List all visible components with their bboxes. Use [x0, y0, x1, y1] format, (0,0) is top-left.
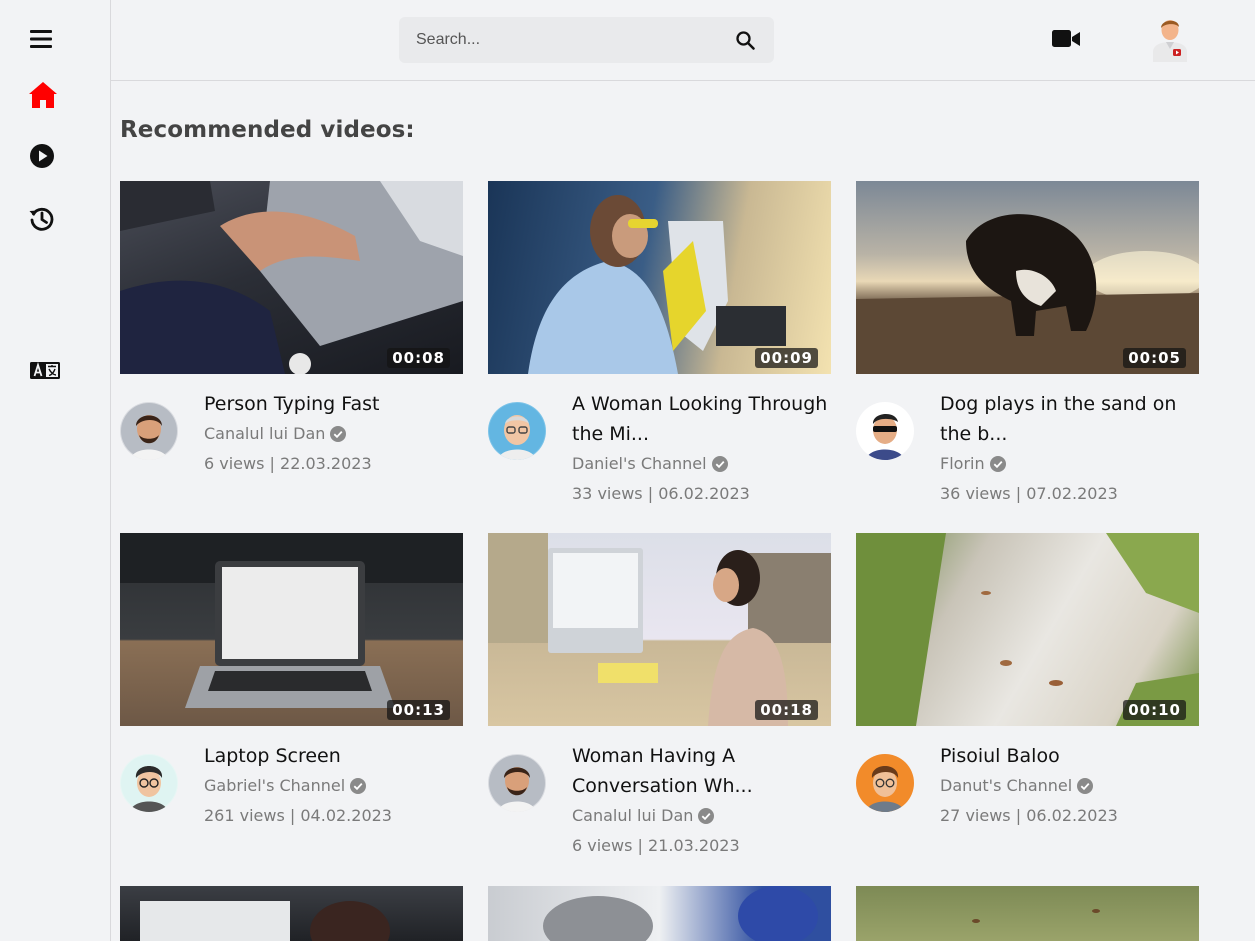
video-meta: Dog plays in the sand on the b... Florin…	[940, 389, 1199, 509]
video-card: 00:09 A Woman Looking Through the Mi... …	[488, 181, 831, 503]
page-title: Recommended videos:	[120, 117, 415, 143]
search-input[interactable]	[399, 17, 719, 63]
video-card: 00:13 Laptop Screen Gabriel's Channel 26…	[120, 533, 463, 825]
video-duration: 00:10	[1123, 700, 1186, 720]
channel-avatar[interactable]	[120, 754, 178, 812]
sidebar-item-history[interactable]	[20, 197, 64, 241]
channel-name: Danut's Channel	[940, 776, 1073, 795]
video-title[interactable]: Laptop Screen	[204, 741, 463, 771]
channel-name-row[interactable]: Gabriel's Channel	[204, 771, 463, 801]
verified-check-icon	[698, 808, 715, 824]
video-thumbnail[interactable]: 00:08	[120, 181, 463, 374]
channel-name: Canalul lui Dan	[572, 806, 694, 825]
video-camera-icon[interactable]	[1052, 27, 1080, 51]
video-thumbnail[interactable]	[488, 886, 831, 941]
video-meta: Pisoiul Baloo Danut's Channel 27 views |…	[940, 741, 1199, 831]
video-card: 00:08 Person Typing Fast Canalul lui Dan…	[120, 181, 463, 473]
video-card: 00:18 Woman Having A Conversation Wh... …	[488, 533, 831, 855]
video-thumbnail[interactable]: 00:09	[488, 181, 831, 374]
video-thumbnail[interactable]: 00:05	[856, 181, 1199, 374]
language-button[interactable]	[23, 349, 67, 393]
history-icon	[29, 207, 54, 231]
video-title[interactable]: A Woman Looking Through the Mi...	[572, 389, 831, 449]
top-header	[111, 0, 1255, 81]
channel-name-row[interactable]: Florin	[940, 449, 1199, 479]
menu-button[interactable]	[19, 17, 63, 61]
channel-avatar[interactable]	[488, 402, 546, 460]
thumbnail-image	[856, 214, 1199, 374]
video-stats: 6 views | 22.03.2023	[204, 454, 372, 473]
video-stats: 33 views | 06.02.2023	[572, 484, 750, 503]
channel-name-row[interactable]: Canalul lui Dan	[572, 801, 831, 831]
video-stats: 27 views | 06.02.2023	[940, 806, 1118, 825]
thumbnail-image	[488, 533, 831, 726]
channel-name: Gabriel's Channel	[204, 776, 346, 795]
hamburger-menu-icon	[30, 30, 52, 48]
user-avatar[interactable]	[1151, 16, 1189, 62]
video-thumbnail[interactable]	[856, 886, 1199, 941]
video-duration: 00:13	[387, 700, 450, 720]
channel-avatar[interactable]	[856, 402, 914, 460]
play-circle-icon	[30, 144, 54, 168]
video-stats: 36 views | 07.02.2023	[940, 484, 1118, 503]
verified-check-icon	[711, 456, 728, 472]
sidebar-item-home[interactable]	[21, 73, 65, 117]
channel-name-row[interactable]: Danut's Channel	[940, 771, 1199, 801]
verified-check-icon	[350, 778, 367, 794]
video-title[interactable]: Dog plays in the sand on the b...	[940, 389, 1199, 449]
channel-name: Canalul lui Dan	[204, 424, 326, 443]
verified-check-icon	[1077, 778, 1094, 794]
video-meta: Woman Having A Conversation Wh... Canalu…	[572, 741, 831, 861]
video-meta: Person Typing Fast Canalul lui Dan 6 vie…	[204, 389, 463, 479]
video-title[interactable]: Pisoiul Baloo	[940, 741, 1199, 771]
video-duration: 00:08	[387, 348, 450, 368]
channel-name-row[interactable]: Canalul lui Dan	[204, 419, 463, 449]
video-title[interactable]: Woman Having A Conversation Wh...	[572, 741, 831, 801]
thumbnail-image	[120, 181, 463, 374]
channel-avatar[interactable]	[488, 754, 546, 812]
thumbnail-image	[543, 886, 818, 941]
channel-name: Florin	[940, 454, 985, 473]
video-meta: A Woman Looking Through the Mi... Daniel…	[572, 389, 831, 509]
video-thumbnail[interactable]: 00:13	[120, 533, 463, 726]
search-button[interactable]	[734, 29, 756, 51]
thumbnail-image	[528, 195, 786, 374]
video-stats: 261 views | 04.02.2023	[204, 806, 392, 825]
video-duration: 00:05	[1123, 348, 1186, 368]
video-thumbnail[interactable]	[120, 886, 463, 941]
video-thumbnail[interactable]: 00:10	[856, 533, 1199, 726]
video-duration: 00:18	[755, 700, 818, 720]
translate-icon	[30, 362, 60, 379]
search-icon	[735, 30, 755, 50]
channel-name: Daniel's Channel	[572, 454, 707, 473]
thumbnail-image	[856, 533, 1199, 726]
channel-name-row[interactable]: Daniel's Channel	[572, 449, 831, 479]
home-icon	[29, 82, 57, 108]
thumbnail-image	[972, 909, 1100, 923]
video-card: 00:05 Dog plays in the sand on the b... …	[856, 181, 1199, 503]
channel-avatar[interactable]	[856, 754, 914, 812]
thumbnail-image	[120, 533, 463, 708]
verified-check-icon	[330, 426, 347, 442]
video-duration: 00:09	[755, 348, 818, 368]
video-meta: Laptop Screen Gabriel's Channel 261 view…	[204, 741, 463, 831]
search-bar	[399, 17, 774, 63]
verified-check-icon	[989, 456, 1006, 472]
video-stats: 6 views | 21.03.2023	[572, 836, 740, 855]
video-title[interactable]: Person Typing Fast	[204, 389, 463, 419]
sidebar	[0, 0, 111, 941]
thumbnail-image	[140, 901, 390, 941]
video-card: 00:10 Pisoiul Baloo Danut's Channel 27 v…	[856, 533, 1199, 825]
channel-avatar[interactable]	[120, 402, 178, 460]
video-thumbnail[interactable]: 00:18	[488, 533, 831, 726]
sidebar-item-videos[interactable]	[20, 134, 64, 178]
